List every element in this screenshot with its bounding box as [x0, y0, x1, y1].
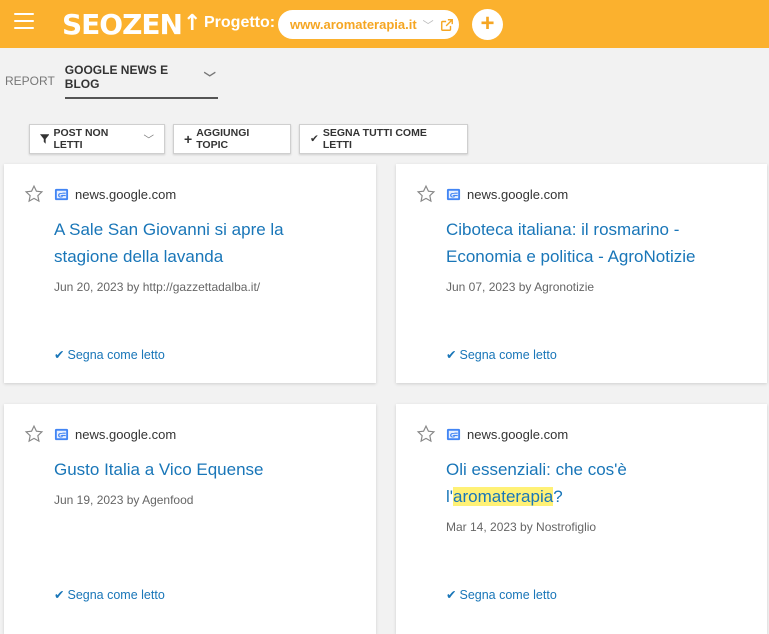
project-label: Progetto:	[204, 14, 276, 31]
news-card: G news.google.com Ciboteca italiana: il …	[396, 164, 767, 383]
google-news-icon: G	[446, 188, 461, 201]
star-icon[interactable]	[416, 184, 436, 204]
check-icon: ✔	[446, 588, 457, 602]
breadcrumb-report[interactable]: REPORT	[5, 74, 55, 88]
article-meta: Jun 20, 2023 by http://gazzettadalba.it/	[54, 280, 261, 294]
chevron-down-icon: ﹀	[143, 133, 155, 146]
check-icon: ✔	[310, 133, 319, 145]
article-title-link[interactable]: Ciboteca italiana: il rosmarino - Econom…	[446, 216, 746, 270]
add-project-button[interactable]: +	[472, 9, 503, 40]
project-selector[interactable]: www.aromaterapia.it ﹀	[278, 10, 459, 39]
add-topic-button[interactable]: + AGGIUNGI TOPIC	[173, 124, 291, 154]
source-domain: news.google.com	[467, 427, 569, 442]
star-icon[interactable]	[416, 424, 436, 444]
mark-as-read-link[interactable]: ✔ Segna come letto	[54, 587, 165, 602]
project-url: www.aromaterapia.it	[290, 17, 417, 32]
search-highlight: aromaterapia	[453, 487, 554, 506]
svg-text:G: G	[58, 191, 63, 199]
svg-text:G: G	[450, 191, 455, 199]
source-domain: news.google.com	[75, 187, 177, 202]
check-icon: ✔	[54, 588, 65, 602]
top-bar: SEOZEN↑ Progetto: www.aromaterapia.it ﹀ …	[0, 0, 769, 48]
source-domain: news.google.com	[75, 427, 177, 442]
mark-as-read-link[interactable]: ✔ Segna come letto	[446, 587, 557, 602]
star-icon[interactable]	[24, 184, 44, 204]
filter-icon	[40, 134, 50, 144]
google-news-icon: G	[54, 188, 69, 201]
google-news-icon: G	[54, 428, 69, 441]
menu-icon[interactable]	[14, 13, 34, 31]
article-meta: Jun 07, 2023 by Agronotizie	[446, 280, 595, 294]
news-card: G news.google.com Oli essenziali: che co…	[396, 404, 767, 634]
check-icon: ✔	[54, 348, 65, 362]
chevron-down-icon: ﹀	[422, 19, 434, 32]
seozen-logo[interactable]: SEOZEN↑	[62, 8, 201, 41]
check-icon: ✔	[446, 348, 457, 362]
google-news-icon: G	[446, 428, 461, 441]
report-selector[interactable]: GOOGLE NEWS E BLOG ﹀	[64, 63, 218, 99]
chevron-down-icon: ﹀	[203, 70, 216, 85]
svg-text:G: G	[450, 431, 455, 439]
toolbar: POST NON LETTI ﹀ + AGGIUNGI TOPIC ✔ SEGN…	[29, 124, 468, 154]
breadcrumb-current: GOOGLE NEWS E BLOG	[64, 63, 169, 91]
svg-text:G: G	[58, 431, 63, 439]
article-title-link[interactable]: A Sale San Giovanni si apre la stagione …	[54, 216, 344, 270]
news-card: G news.google.com A Sale San Giovanni si…	[4, 164, 376, 383]
plus-icon: +	[184, 131, 193, 147]
news-card: G news.google.com Gusto Italia a Vico Eq…	[4, 404, 376, 634]
source-domain: news.google.com	[467, 187, 569, 202]
article-meta: Jun 19, 2023 by Agenfood	[54, 493, 194, 507]
mark-as-read-link[interactable]: ✔ Segna come letto	[446, 347, 557, 362]
star-icon[interactable]	[24, 424, 44, 444]
filter-unread-button[interactable]: POST NON LETTI ﹀	[29, 124, 165, 154]
breadcrumb: REPORT GOOGLE NEWS E BLOG ﹀	[5, 63, 218, 99]
mark-as-read-link[interactable]: ✔ Segna come letto	[54, 347, 165, 362]
article-meta: Mar 14, 2023 by Nostrofiglio	[446, 520, 597, 534]
article-title-link[interactable]: Gusto Italia a Vico Equense	[54, 456, 344, 483]
mark-all-read-button[interactable]: ✔ SEGNA TUTTI COME LETTI	[299, 124, 468, 154]
external-link-icon[interactable]	[440, 18, 454, 32]
article-title-link[interactable]: Oli essenziali: che cos'è l'aromaterapia…	[446, 456, 676, 510]
